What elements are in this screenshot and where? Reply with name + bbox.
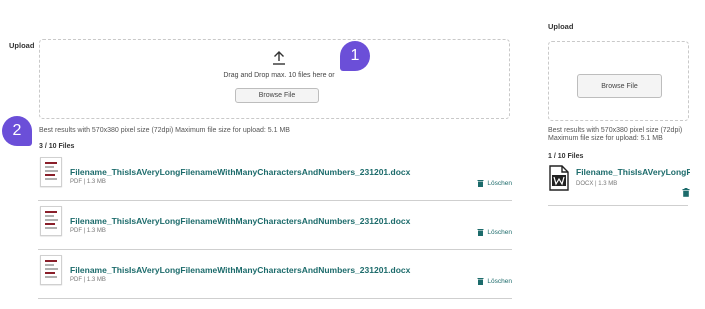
delete-button[interactable]: Löschen — [477, 179, 512, 187]
upload-info-line: Best results with 570x380 pixel size (72… — [548, 127, 683, 134]
upload-label: Upload — [548, 22, 574, 31]
upload-info-line: Maximum file size for upload: 5.1 MB — [548, 135, 663, 142]
file-name[interactable]: Filename_ThisIsAVeryLongFilenameWithMany… — [70, 167, 410, 177]
file-meta: DOCX | 1.3 MB — [576, 181, 618, 187]
annotation-number: 1 — [350, 47, 360, 64]
file-name[interactable]: Filename_ThisIsAVeryLongFilenameWithMany… — [70, 216, 410, 226]
drop-instructions: Drag and Drop max. 10 files here or — [223, 72, 335, 79]
upload-info: Best results with 570x380 pixel size (72… — [548, 127, 682, 143]
browse-file-button[interactable]: Browse File — [577, 74, 662, 98]
file-meta: PDF | 1.3 MB — [70, 228, 106, 234]
file-meta: PDF | 1.3 MB — [70, 179, 106, 185]
trash-icon[interactable] — [682, 188, 690, 197]
divider — [548, 205, 688, 206]
docx-file-icon — [549, 165, 569, 191]
browse-file-button[interactable]: Browse File — [235, 88, 319, 103]
file-count: 3 / 10 Files — [39, 143, 75, 150]
file-count: 1 / 10 Files — [548, 153, 584, 160]
pdf-thumbnail — [40, 157, 62, 187]
delete-button[interactable]: Löschen — [477, 228, 512, 236]
upload-icon — [273, 51, 285, 65]
annotation-bubble-2: 2 — [2, 116, 32, 146]
upload-label: Upload — [9, 41, 35, 50]
trash-icon — [477, 180, 484, 187]
pdf-thumbnail — [40, 255, 62, 285]
delete-label: Löschen — [487, 228, 512, 236]
file-name[interactable]: Filename_ThisIsAVeryLongFilenameWithMany… — [70, 265, 410, 275]
file-row: Filename_ThisIsAVeryLongFilenameWithMany… — [38, 206, 512, 250]
delete-label: Löschen — [487, 277, 512, 285]
trash-icon — [477, 229, 484, 236]
delete-label: Löschen — [487, 179, 512, 187]
file-meta: PDF | 1.3 MB — [70, 277, 106, 283]
file-name[interactable]: Filename_ThisIsAVeryLongFilenameWithMany… — [576, 167, 690, 177]
delete-button[interactable]: Löschen — [477, 277, 512, 285]
trash-icon — [477, 278, 484, 285]
file-row: Filename_ThisIsAVeryLongFilenameWithMany… — [38, 255, 512, 299]
file-row: Filename_ThisIsAVeryLongFilenameWithMany… — [38, 157, 512, 201]
annotation-number: 2 — [12, 122, 22, 139]
upload-info: Best results with 570x380 pixel size (72… — [39, 127, 290, 134]
annotation-bubble-1: 1 — [340, 41, 370, 71]
pdf-thumbnail — [40, 206, 62, 236]
